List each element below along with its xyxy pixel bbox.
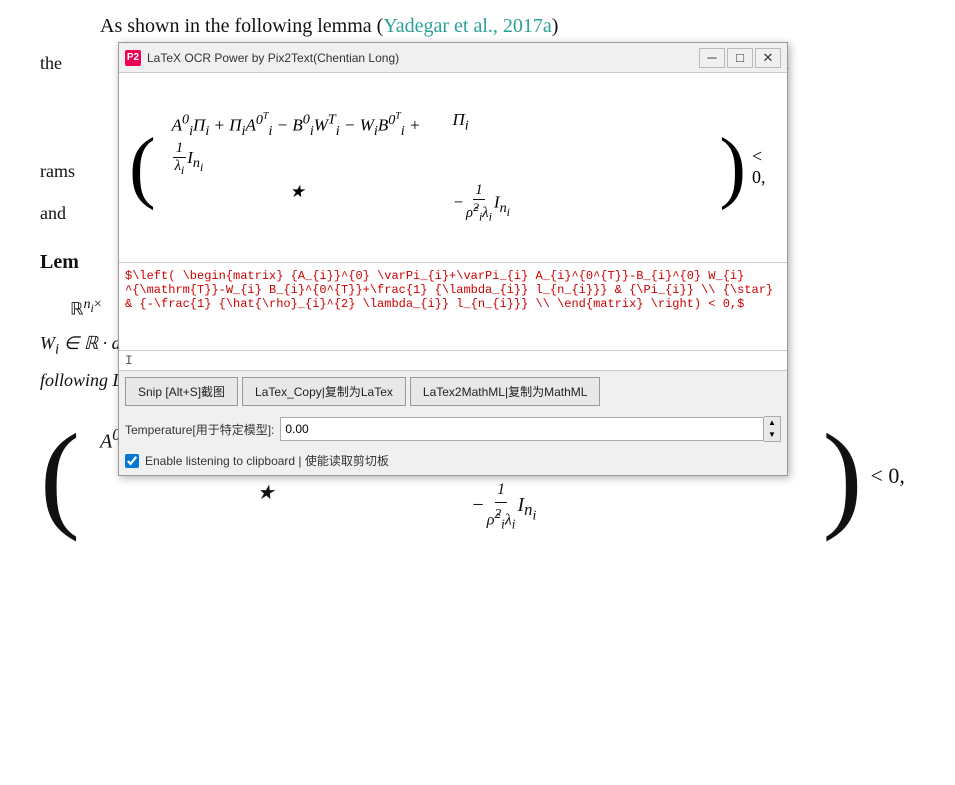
latex-copy-button[interactable]: LaTex_Copy|复制为LaTex: [242, 377, 406, 406]
cursor-line: I: [119, 351, 787, 371]
temperature-up-button[interactable]: ▲: [764, 417, 780, 429]
snip-button[interactable]: Snip [Alt+S]截图: [125, 377, 238, 406]
checkbox-row: Enable listening to clipboard | 使能读取剪切板: [119, 446, 787, 475]
minimize-button[interactable]: ─: [699, 48, 725, 68]
temperature-down-button[interactable]: ▼: [764, 429, 780, 441]
window-titlebar: P2 LaTeX OCR Power by Pix2Text(Chentian …: [119, 43, 787, 73]
latex-output-container: $\left( \begin{matrix} {A_{i}}^{0} \varP…: [119, 263, 787, 351]
temperature-row: Temperature[用于特定模型]: ▲ ▼: [119, 412, 787, 446]
temperature-spinner: ▲ ▼: [764, 416, 781, 442]
latex-output-textarea[interactable]: $\left( \begin{matrix} {A_{i}}^{0} \varP…: [125, 269, 781, 339]
checkbox-label: Enable listening to clipboard | 使能读取剪切板: [145, 452, 389, 469]
action-buttons-row: Snip [Alt+S]截图 LaTex_Copy|复制为LaTex LaTex…: [119, 371, 787, 412]
doc-line1-text: As shown in the following lemma (: [100, 15, 383, 37]
clipboard-checkbox[interactable]: [125, 454, 139, 468]
formula-display-area: ( A0iΠi + ΠiA0Ti − B0iWTi − WiB0Ti + 1λi…: [119, 73, 787, 263]
temperature-label: Temperature[用于特定模型]:: [125, 421, 274, 438]
doc-line1: As shown in the following lemma (Yadegar…: [100, 10, 915, 42]
window-title: LaTeX OCR Power by Pix2Text(Chentian Lon…: [147, 51, 699, 65]
temperature-input-container: ▲ ▼: [280, 416, 781, 442]
restore-button[interactable]: □: [727, 48, 753, 68]
close-button[interactable]: ✕: [755, 48, 781, 68]
rendered-formula: ( A0iΠi + ΠiA0Ti − B0iWTi − WiB0Ti + 1λi…: [129, 102, 777, 232]
doc-citation: Yadegar et al., 2017a: [383, 15, 551, 37]
cursor-indicator: I: [125, 353, 133, 368]
app-icon: P2: [125, 50, 141, 66]
window-control-buttons: ─ □ ✕: [699, 48, 781, 68]
latex2mathml-button[interactable]: LaTex2MathML|复制为MathML: [410, 377, 601, 406]
temperature-input[interactable]: [280, 417, 764, 441]
ocr-window: P2 LaTeX OCR Power by Pix2Text(Chentian …: [118, 42, 788, 476]
